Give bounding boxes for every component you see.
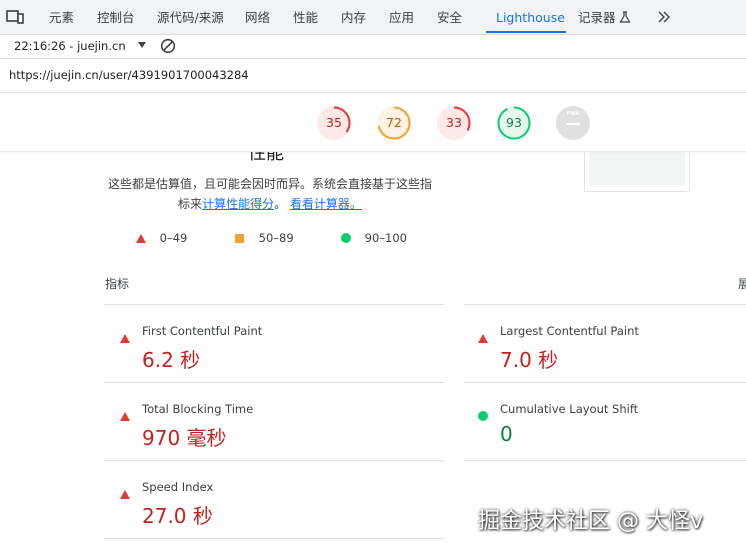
divider [104, 538, 444, 539]
report-selector[interactable]: 22:16:26 - juejin.cn [14, 39, 126, 53]
divider [464, 382, 746, 383]
caret-down-icon[interactable] [137, 41, 147, 49]
chevrons-right-icon[interactable] [656, 10, 672, 24]
metric-value: 0 [500, 422, 513, 446]
legend-average-range: 50–89 [258, 231, 294, 245]
legend-pass-range: 90–100 [364, 231, 407, 245]
metric-value: 27.0 秒 [142, 504, 213, 528]
tab-console[interactable]: 控制台 [97, 0, 135, 34]
legend-fail: 0–49 [136, 231, 187, 245]
desc-line-1: 这些都是估算值，且可能会因时而异。系统会直接基于这些指 [107, 177, 432, 191]
metric-name: Largest Contentful Paint [500, 324, 639, 338]
legend-fail-range: 0–49 [159, 231, 188, 245]
average-square-icon [235, 234, 244, 243]
metric-name: Total Blocking Time [142, 402, 254, 416]
desc-line-2-prefix: 标来 [178, 197, 203, 211]
divider [464, 304, 746, 305]
fail-triangle-icon [478, 327, 488, 346]
thumbnail-image [589, 151, 685, 185]
tab-sources[interactable]: 源代码/来源 [157, 0, 224, 34]
tab-security[interactable]: 安全 [437, 0, 462, 34]
fail-triangle-icon [136, 234, 146, 243]
gauge-accessibility[interactable]: 72 [376, 105, 412, 141]
report-bar: 22:16:26 - juejin.cn [0, 35, 746, 59]
metric-value: 6.2 秒 [142, 348, 201, 372]
gauge-score: 72 [386, 115, 402, 130]
divider [104, 304, 444, 305]
tab-elements[interactable]: 元素 [49, 0, 74, 34]
active-tab-indicator [486, 31, 566, 33]
tab-network[interactable]: 网络 [245, 0, 270, 34]
metric-largest-contentful-paint: Largest Contentful Paint 7.0 秒 [462, 311, 746, 381]
pass-circle-icon [478, 405, 488, 424]
page-screenshot-thumbnail[interactable] [584, 151, 690, 192]
metrics-header: 指标 [105, 277, 130, 291]
watermark: 掘金技术社区 @ 大怪v [478, 509, 704, 534]
view-calculator-link[interactable]: 看看计算器。 [290, 197, 362, 211]
fail-triangle-icon [120, 327, 130, 346]
clear-icon[interactable] [160, 38, 176, 54]
metric-first-contentful-paint: First Contentful Paint 6.2 秒 [104, 311, 424, 381]
gauge-score: 35 [326, 115, 342, 130]
gauge-seo[interactable]: 93 [496, 105, 532, 141]
metric-name: Speed Index [142, 480, 214, 494]
score-gauges: 35 72 33 93 [0, 93, 746, 152]
calc-score-link[interactable]: 计算性能得分 [202, 197, 274, 211]
report-content: 性能 这些都是估算值，且可能会因时而异。系统会直接基于这些指 标来计算性能得分。… [0, 151, 746, 548]
metric-value: 970 毫秒 [142, 426, 227, 450]
metric-value: 7.0 秒 [500, 348, 559, 372]
gauge-score: 33 [446, 115, 462, 130]
fail-triangle-icon [120, 405, 130, 424]
divider [104, 382, 444, 383]
expand-view-toggle[interactable]: 展 [738, 275, 746, 292]
section-title: 性能 [248, 151, 284, 164]
tab-memory[interactable]: 内存 [341, 0, 366, 34]
tab-performance[interactable]: 性能 [293, 0, 318, 34]
gauge-score: 93 [506, 115, 522, 130]
pwa-label: PWA [566, 111, 580, 117]
device-toolbar-icon[interactable] [6, 10, 24, 24]
pwa-badge[interactable]: PWA [556, 106, 590, 140]
section-description: 这些都是估算值，且可能会因时而异。系统会直接基于这些指 标来计算性能得分。 看看… [100, 174, 440, 214]
divider [464, 460, 746, 461]
pwa-dash [566, 123, 580, 125]
divider [104, 460, 444, 461]
tab-lighthouse[interactable]: Lighthouse [496, 0, 565, 34]
desc-sep: 。 [274, 197, 287, 211]
gauge-best-practices[interactable]: 33 [436, 105, 472, 141]
legend-average: 50–89 [235, 231, 294, 245]
audited-url: https://juejin.cn/user/4391901700043284 [9, 68, 249, 82]
fail-triangle-icon [120, 483, 130, 502]
score-legend: 0–49 50–89 90–100 [0, 231, 746, 251]
gauge-performance[interactable]: 35 [316, 105, 352, 141]
devtools-tab-bar: 元素 控制台 源代码/来源 网络 性能 内存 应用 安全 Lighthouse … [0, 0, 746, 35]
metric-name: Cumulative Layout Shift [500, 402, 639, 416]
metric-name: First Contentful Paint [142, 324, 263, 338]
url-bar: https://juejin.cn/user/4391901700043284 [0, 59, 746, 93]
metric-speed-index: Speed Index 27.0 秒 [104, 467, 424, 537]
metric-cumulative-layout-shift: Cumulative Layout Shift 0 [462, 389, 746, 459]
tab-recorder[interactable]: 记录器 [578, 0, 616, 34]
metric-total-blocking-time: Total Blocking Time 970 毫秒 [104, 389, 424, 459]
tab-application[interactable]: 应用 [389, 0, 414, 34]
flask-icon [619, 11, 631, 23]
legend-pass: 90–100 [341, 231, 407, 245]
pass-circle-icon [341, 233, 351, 243]
